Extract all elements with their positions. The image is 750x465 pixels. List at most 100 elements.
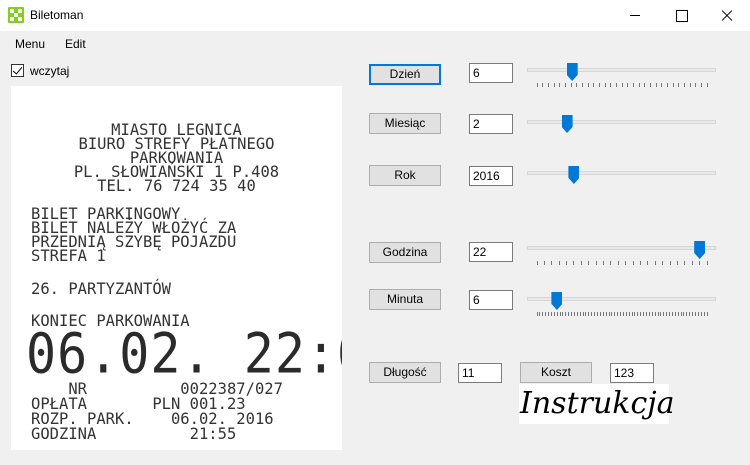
- slider-tick: [539, 312, 541, 316]
- slider-tick: [676, 261, 678, 265]
- ticket-image: MIASTO LEGNICA BIURO STREFY PŁATNEGO PAR…: [11, 86, 342, 450]
- slider-tick: [689, 83, 691, 87]
- slider-tick: [692, 312, 694, 316]
- minute-button[interactable]: Minuta: [369, 289, 441, 310]
- slider-tick: [637, 312, 639, 316]
- slider-tick: [595, 261, 597, 265]
- slider-tick: [536, 312, 538, 316]
- slider-tick: [660, 312, 662, 316]
- slider-tick: [632, 261, 634, 265]
- slider-tick: [550, 312, 552, 316]
- slider-tick: [547, 83, 549, 87]
- day-field[interactable]: 6: [469, 63, 513, 83]
- slider-tick: [691, 261, 693, 265]
- length-field[interactable]: 11: [458, 363, 502, 383]
- slider-tick: [588, 261, 590, 265]
- slider-tick: [551, 261, 553, 265]
- slider-thumb[interactable]: [561, 115, 573, 133]
- slider-tick: [684, 261, 686, 265]
- menu-item-edit[interactable]: Edit: [65, 37, 86, 51]
- slider-tick: [655, 83, 657, 87]
- slider-tick: [680, 312, 682, 316]
- year-button[interactable]: Rok: [369, 165, 441, 186]
- window-title: Biletoman: [30, 8, 84, 22]
- hour-button[interactable]: Godzina: [369, 242, 441, 263]
- minute-field[interactable]: 6: [469, 290, 513, 310]
- slider-tick: [632, 83, 634, 87]
- slider-tick: [608, 312, 610, 316]
- slider-tick: [598, 83, 600, 87]
- year-slider[interactable]: [527, 166, 716, 192]
- slider-tick: [706, 312, 708, 316]
- slider-tick: [571, 312, 573, 316]
- slider-tick: [602, 312, 604, 316]
- slider-tick: [565, 312, 567, 316]
- slider-tick: [638, 83, 640, 87]
- slider-tick: [573, 312, 575, 316]
- cost-field[interactable]: 123: [610, 363, 654, 383]
- day-slider[interactable]: [527, 63, 716, 89]
- hour-field[interactable]: 22: [469, 242, 513, 262]
- slider-tick: [672, 83, 674, 87]
- minute-slider[interactable]: [527, 292, 716, 318]
- load-checkbox[interactable]: [11, 64, 24, 77]
- slider-tick: [677, 312, 679, 316]
- menu-bar: Menu Edit: [0, 31, 750, 55]
- month-button[interactable]: Miesiąc: [369, 113, 441, 134]
- slider-thumb[interactable]: [566, 63, 578, 81]
- instructions-link[interactable]: Instrukcja: [519, 384, 674, 424]
- slider-tick: [559, 312, 561, 316]
- slider-tick: [622, 312, 624, 316]
- slider-tick: [587, 83, 589, 87]
- slider-tick: [556, 312, 558, 316]
- slider-tick: [542, 312, 544, 316]
- day-button[interactable]: Dzień: [369, 64, 441, 85]
- minimize-button[interactable]: [612, 0, 658, 31]
- hour-slider[interactable]: [527, 241, 716, 267]
- slider-tick: [654, 261, 656, 265]
- slider-tick: [543, 261, 545, 265]
- slider-tick: [553, 312, 555, 316]
- ticket-end-time: 06.02. 22:06: [26, 322, 342, 386]
- year-field[interactable]: 2016: [469, 166, 513, 186]
- slider-tick: [700, 83, 702, 87]
- slider-tick: [697, 312, 699, 316]
- slider-track: [527, 246, 716, 250]
- slider-tick: [564, 83, 566, 87]
- slider-tick: [631, 312, 633, 316]
- length-button[interactable]: Długość: [369, 362, 441, 383]
- slider-tick: [562, 312, 564, 316]
- month-slider[interactable]: [527, 115, 716, 141]
- slider-track: [527, 68, 716, 72]
- slider-tick: [669, 261, 671, 265]
- slider-tick: [558, 261, 560, 265]
- slider-tick: [604, 83, 606, 87]
- slider-tick: [663, 312, 665, 316]
- slider-tick: [639, 261, 641, 265]
- cost-button[interactable]: Koszt: [520, 362, 592, 383]
- slider-thumb[interactable]: [568, 166, 580, 184]
- close-button[interactable]: [704, 0, 750, 31]
- maximize-button[interactable]: [658, 0, 704, 31]
- ticket-line: 26. PARTYZANTÓW: [31, 279, 171, 299]
- slider-tick: [582, 312, 584, 316]
- slider-tick: [610, 261, 612, 265]
- slider-thumb[interactable]: [551, 292, 563, 310]
- slider-tick: [568, 312, 570, 316]
- menu-item-menu[interactable]: Menu: [15, 37, 45, 51]
- slider-tick: [683, 83, 685, 87]
- slider-tick: [649, 83, 651, 87]
- slider-tick: [647, 261, 649, 265]
- slider-tick: [570, 83, 572, 87]
- app-grid-icon: [8, 7, 24, 23]
- slider-tick: [683, 312, 685, 316]
- slider-tick: [644, 83, 646, 87]
- slider-tick: [694, 312, 696, 316]
- slider-thumb[interactable]: [694, 241, 706, 259]
- load-checkbox-label: wczytaj: [30, 64, 70, 78]
- slider-tick: [657, 312, 659, 316]
- slider-tick: [625, 312, 627, 316]
- slider-tick: [581, 83, 583, 87]
- slider-tick: [706, 261, 708, 265]
- month-field[interactable]: 2: [469, 114, 513, 134]
